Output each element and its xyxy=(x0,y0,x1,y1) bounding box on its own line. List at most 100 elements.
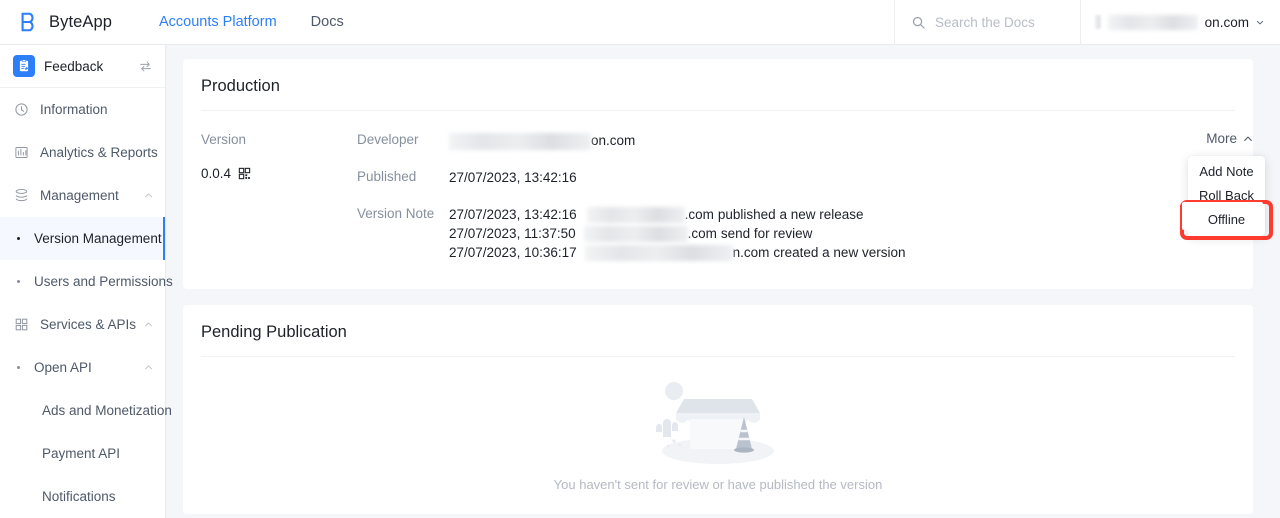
pending-empty-caption: You haven't sent for review or have publ… xyxy=(553,477,883,492)
more-menu-wrapper: More Add Note Roll Back Offline xyxy=(1180,131,1273,240)
version-note-entry: 27/07/2023, 10:36:17 n.com created a new… xyxy=(449,244,905,262)
sidebar-item-analytics-and-reports[interactable]: Analytics & Reports xyxy=(0,131,165,174)
version-note-entry: 27/07/2023, 13:42:16 .com published a ne… xyxy=(449,206,905,224)
version-column: Version 0.0.4 xyxy=(201,132,357,263)
pending-publication-card: Pending Publication You haven't sent for… xyxy=(183,305,1253,514)
production-title: Production xyxy=(201,77,280,95)
sidebar-item-label: Analytics & Reports xyxy=(40,145,158,160)
sidebar-item-label: Users and Permissions xyxy=(34,274,173,289)
sidebar-item-label: Services & APIs xyxy=(40,317,137,332)
version-note-label: Version Note xyxy=(357,206,435,221)
database-stack-icon xyxy=(15,188,28,202)
sidebar-item-notifications[interactable]: Notifications xyxy=(0,475,165,518)
note-actor-masked xyxy=(586,207,685,223)
bullet-dot-icon xyxy=(17,237,20,240)
sidebar-item-payment-api[interactable]: Payment API xyxy=(0,432,165,475)
version-number: 0.0.4 xyxy=(201,166,232,181)
grid-squares-icon xyxy=(15,318,28,331)
chevron-up-icon[interactable] xyxy=(144,191,153,200)
search-icon xyxy=(912,16,925,29)
developer-email-tail: on.com xyxy=(591,133,636,148)
qr-code-icon[interactable] xyxy=(238,167,251,180)
published-value: 27/07/2023, 13:42:16 xyxy=(449,170,577,185)
developer-label: Developer xyxy=(357,132,419,147)
chevron-up-icon xyxy=(1244,136,1252,141)
sidebar-item-label: Management xyxy=(40,188,119,203)
brand-name: ByteApp xyxy=(49,12,113,31)
byteapp-logo-icon xyxy=(21,12,34,32)
version-value-row: 0.0.4 xyxy=(201,166,357,181)
production-card: Production Version 0.0.4 Developer on.co… xyxy=(183,59,1273,289)
sidebar-item-label: Information xyxy=(40,102,108,117)
chevron-down-icon xyxy=(1256,20,1264,24)
sidebar-item-label: Payment API xyxy=(42,446,121,461)
sidebar-item-label: Open API xyxy=(34,360,92,375)
sidebar-item-management[interactable]: Management xyxy=(0,174,165,217)
sidebar-item-label: Notifications xyxy=(42,489,116,504)
note-action: send for review xyxy=(720,226,813,241)
app-switcher-label: Feedback xyxy=(44,58,104,74)
info-circle-icon xyxy=(15,103,28,116)
published-row: Published 27/07/2023, 13:42:16 xyxy=(357,169,1235,187)
developer-value: on.com xyxy=(449,132,635,150)
bar-chart-icon xyxy=(15,147,28,158)
production-meta: Developer on.com Published 27/07/2023, 1… xyxy=(357,132,1235,263)
pending-publication-title: Pending Publication xyxy=(201,323,347,341)
swap-arrows-icon[interactable] xyxy=(139,60,152,73)
top-navigation-bar: ByteApp Accounts Platform Docs Search th… xyxy=(0,0,1280,45)
sidebar-item-version-management[interactable]: Version Management xyxy=(0,217,165,260)
top-nav-accounts-platform[interactable]: Accounts Platform xyxy=(159,14,277,30)
version-note-list: 27/07/2023, 13:42:16 .com published a ne… xyxy=(449,206,905,263)
top-nav-links: Accounts Platform Docs xyxy=(159,14,344,30)
more-button[interactable]: More xyxy=(1206,131,1253,146)
note-timestamp: 27/07/2023, 11:37:50 xyxy=(449,226,576,241)
note-action: published a new release xyxy=(717,207,864,222)
bullet-dot-icon xyxy=(17,280,20,283)
menu-item-add-note[interactable]: Add Note xyxy=(1188,160,1265,184)
note-timestamp: 27/07/2023, 13:42:16 xyxy=(449,207,577,222)
version-note-row: Version Note 27/07/2023, 13:42:16 .com p… xyxy=(357,206,1235,263)
sidebar-item-open-api[interactable]: Open API xyxy=(0,346,165,389)
sidebar-item-services-and-apis[interactable]: Services & APIs xyxy=(0,303,165,346)
note-actor-tail: .com xyxy=(687,226,717,241)
developer-row: Developer on.com xyxy=(357,132,1235,150)
note-actor-masked xyxy=(584,245,733,261)
more-dropdown-menu: Add Note Roll Back Offline xyxy=(1180,156,1273,240)
search-box[interactable]: Search the Docs xyxy=(894,0,1080,45)
note-timestamp: 27/07/2023, 10:36:17 xyxy=(449,245,577,260)
user-account-menu[interactable]: on.com xyxy=(1080,0,1280,45)
user-email-masked xyxy=(1108,14,1198,30)
sidebar: Feedback Information Analytics & Reports xyxy=(0,45,173,518)
empty-storefront-illustration xyxy=(656,382,774,464)
sidebar-item-label: Version Management xyxy=(34,231,162,246)
sidebar-item-information[interactable]: Information xyxy=(0,88,165,131)
top-bar-right: Search the Docs on.com xyxy=(894,0,1280,45)
top-nav-docs[interactable]: Docs xyxy=(311,14,344,30)
user-email-tail: on.com xyxy=(1204,14,1249,30)
note-action: created a new version xyxy=(773,245,906,260)
sidebar-item-ads-and-monetization[interactable]: Ads and Monetization xyxy=(0,389,172,432)
main-content: Production Version 0.0.4 Developer on.co… xyxy=(166,45,1280,518)
production-body: Version 0.0.4 Developer on.com Published… xyxy=(183,111,1273,289)
bullet-dot-icon xyxy=(17,366,20,369)
menu-item-offline[interactable]: Offline xyxy=(1188,208,1265,232)
sidebar-item-label: Ads and Monetization xyxy=(42,403,172,418)
more-button-label: More xyxy=(1206,131,1237,146)
developer-email-masked xyxy=(449,132,591,150)
page-root: ByteApp Accounts Platform Docs Search th… xyxy=(0,0,1280,518)
menu-item-roll-back[interactable]: Roll Back xyxy=(1188,184,1265,208)
version-note-entry: 27/07/2023, 11:37:50 .com send for revie… xyxy=(449,225,905,243)
note-actor-masked xyxy=(583,226,688,242)
feedback-app-icon xyxy=(13,55,35,77)
chevron-up-icon[interactable] xyxy=(144,320,153,329)
brand[interactable]: ByteApp xyxy=(0,11,150,33)
pending-empty-state: You haven't sent for review or have publ… xyxy=(183,357,1253,514)
note-actor-tail: .com xyxy=(684,207,714,222)
sidebar-item-users-and-permissions[interactable]: Users and Permissions xyxy=(0,260,173,303)
app-switcher[interactable]: Feedback xyxy=(0,45,165,88)
note-actor-tail: n.com xyxy=(732,245,770,260)
chevron-up-icon[interactable] xyxy=(144,363,153,372)
user-email-masked-prefix xyxy=(1095,15,1102,29)
search-input[interactable]: Search the Docs xyxy=(935,15,1035,30)
version-label: Version xyxy=(201,132,247,147)
